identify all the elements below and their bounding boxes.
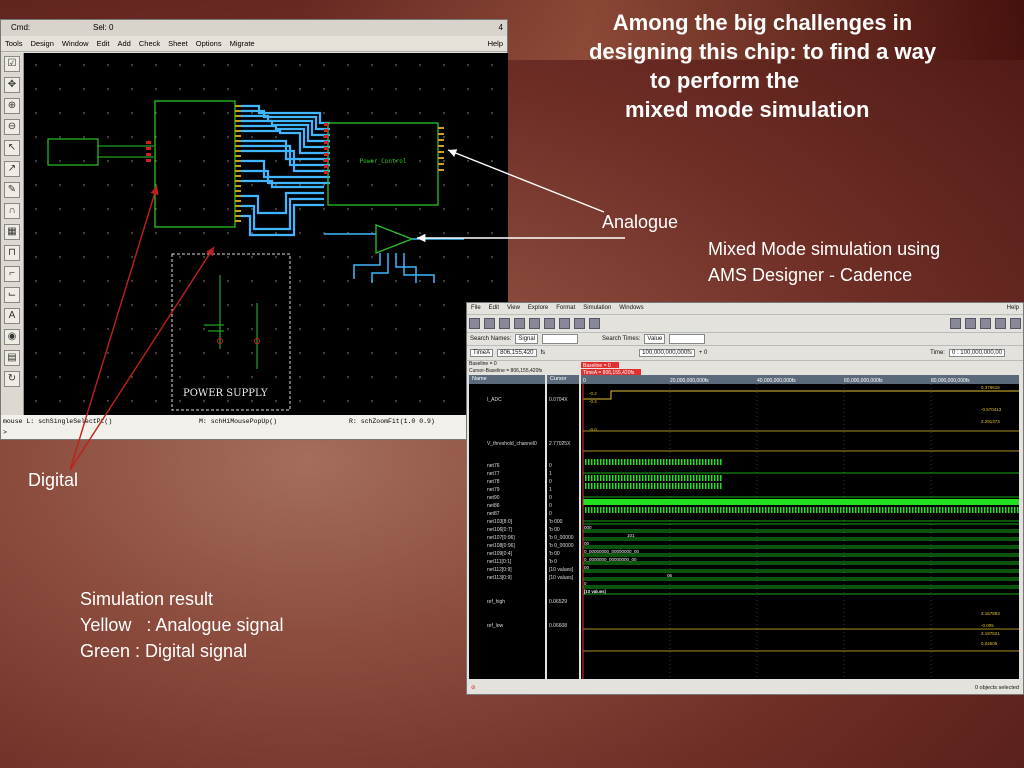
analogue-label: Analogue [602,212,679,232]
title-line-2: designing this chip: to find a way [588,39,937,64]
mixed-mode-caption: Mixed Mode simulation using AMS Designer… [708,236,940,288]
sim-line-2: Yellow : Analogue signal [80,615,284,635]
mixed-mode-line-1: Mixed Mode simulation using [708,239,941,259]
title-line-4: mixed mode simulation [625,97,870,122]
slide-title: Among the big challenges in designing th… [510,8,1015,124]
mixed-mode-line-2: AMS Designer - Cadence [708,265,913,285]
title-line-3: to perform the [650,68,800,93]
sim-line-1: Simulation result [80,589,214,609]
title-line-1: Among the big challenges in [612,10,913,35]
digital-label: Digital [28,470,79,490]
simulation-result-caption: Simulation result Yellow : Analogue signa… [80,586,283,664]
sim-line-3: Green : Digital signal [80,641,248,661]
